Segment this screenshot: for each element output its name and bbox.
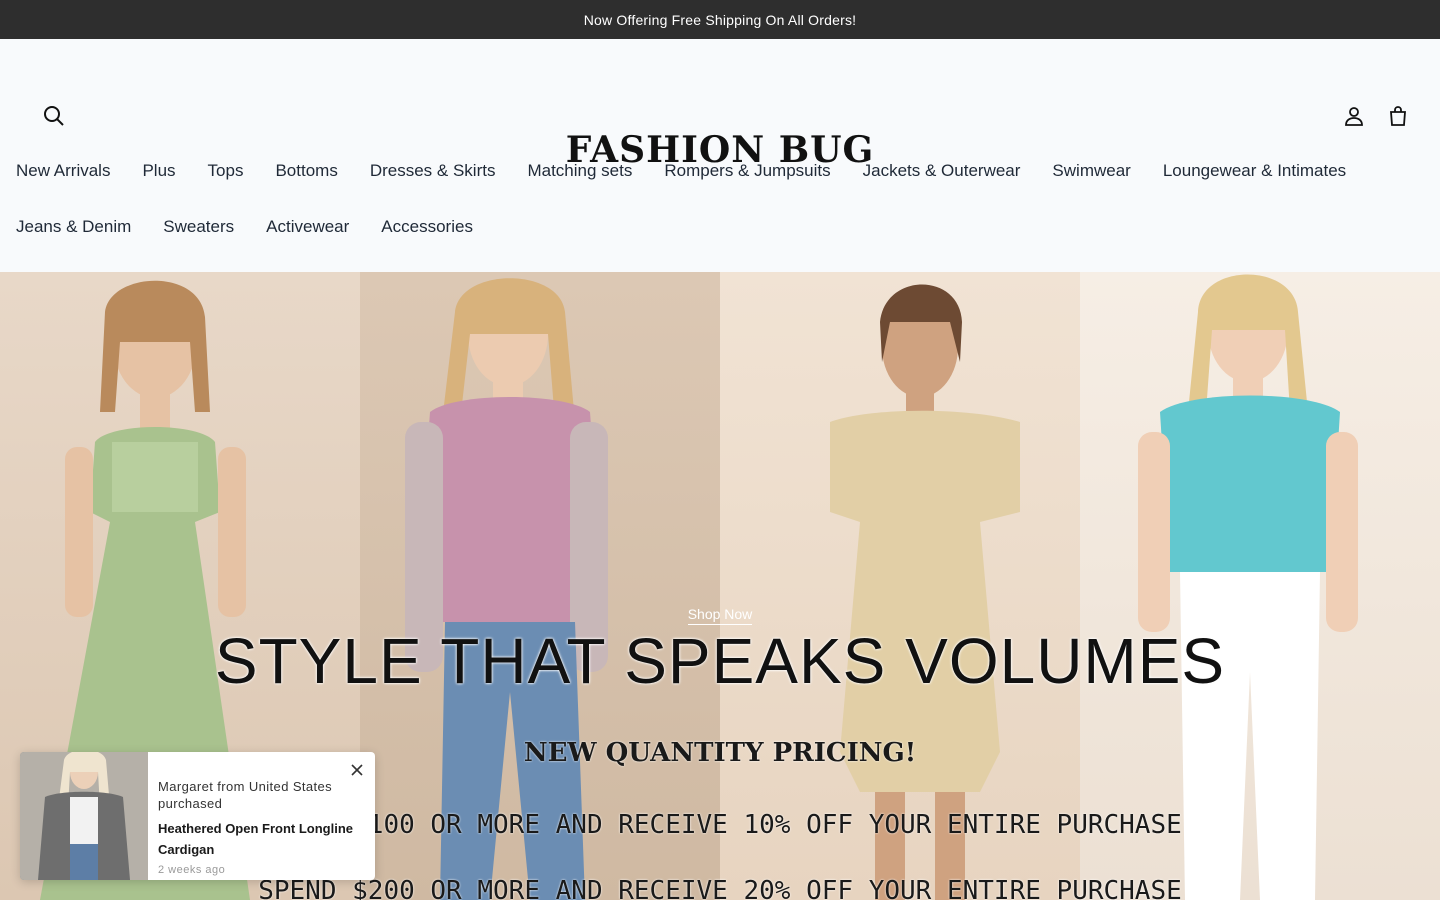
nav-item-matching-sets[interactable]: Matching sets xyxy=(527,161,632,181)
shopping-bag-icon[interactable] xyxy=(1386,104,1410,128)
nav-item-bottoms[interactable]: Bottoms xyxy=(275,161,337,181)
nav-item-sweaters[interactable]: Sweaters xyxy=(163,217,234,237)
nav-item-dresses-skirts[interactable]: Dresses & Skirts xyxy=(370,161,496,181)
main-nav-row-2: Jeans & Denim Sweaters Activewear Access… xyxy=(16,217,473,237)
nav-item-tops[interactable]: Tops xyxy=(208,161,244,181)
hero-model-image-2 xyxy=(360,272,720,900)
hero-model-image-3 xyxy=(720,272,1080,900)
nav-item-jeans-denim[interactable]: Jeans & Denim xyxy=(16,217,131,237)
user-icon[interactable] xyxy=(1342,104,1366,128)
popup-message: Margaret from United States purchased xyxy=(158,779,333,811)
shop-now-label[interactable]: Shop Now xyxy=(687,606,753,625)
product-thumbnail[interactable] xyxy=(20,752,148,880)
site-header: FASHION BUG New Arrivals Plus Tops Botto… xyxy=(0,39,1440,272)
popup-content: Margaret from United States purchased He… xyxy=(158,778,358,879)
announcement-bar: Now Offering Free Shipping On All Orders… xyxy=(0,0,1440,39)
nav-item-loungewear-intimates[interactable]: Loungewear & Intimates xyxy=(1163,161,1346,181)
hero-model-image-4 xyxy=(1080,272,1440,900)
search-icon[interactable] xyxy=(42,104,66,128)
popup-product-name[interactable]: Heathered Open Front Longline Cardigan xyxy=(158,818,358,860)
nav-item-swimwear[interactable]: Swimwear xyxy=(1052,161,1130,181)
nav-item-new-arrivals[interactable]: New Arrivals xyxy=(16,161,110,181)
hero-title: STYLE THAT SPEAKS VOLUMES xyxy=(214,625,1226,697)
close-icon[interactable] xyxy=(349,762,365,778)
nav-item-rompers-jumpsuits[interactable]: Rompers & Jumpsuits xyxy=(664,161,830,181)
nav-item-plus[interactable]: Plus xyxy=(142,161,175,181)
announcement-text: Now Offering Free Shipping On All Orders… xyxy=(583,11,857,28)
popup-timestamp: 2 weeks ago xyxy=(158,864,226,876)
main-nav-row-1: New Arrivals Plus Tops Bottoms Dresses &… xyxy=(16,161,1346,181)
nav-item-accessories[interactable]: Accessories xyxy=(381,217,473,237)
nav-item-jackets-outerwear[interactable]: Jackets & Outerwear xyxy=(863,161,1021,181)
shop-now-link[interactable]: Shop Now xyxy=(0,606,1440,625)
nav-item-activewear[interactable]: Activewear xyxy=(266,217,349,237)
recent-purchase-popup[interactable]: Margaret from United States purchased He… xyxy=(20,752,375,880)
